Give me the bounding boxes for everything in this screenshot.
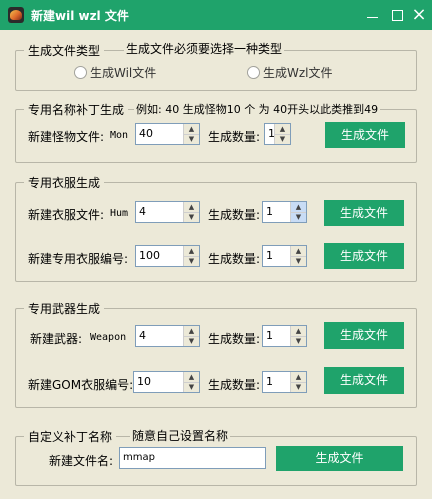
weapon-count-spinner[interactable]: 1 ▲ ▼ <box>262 325 307 347</box>
spin-buttons: ▲ ▼ <box>183 326 199 346</box>
clothing-id-generate-button[interactable]: 生成文件 <box>324 243 404 269</box>
spin-buttons: ▲ ▼ <box>183 202 199 222</box>
weapon-count-label: 生成数量: <box>208 332 261 346</box>
weapon-gom-value[interactable]: 10 <box>137 375 151 388</box>
clothing-count-spinner[interactable]: 1 ▲ ▼ <box>262 201 307 223</box>
clothing-count-value[interactable]: 1 <box>266 205 273 218</box>
spin-down-icon[interactable]: ▼ <box>291 256 306 266</box>
weapon-gom-count-label: 生成数量: <box>208 378 261 392</box>
weapon-count-value[interactable]: 1 <box>266 329 273 342</box>
spin-down-icon[interactable]: ▼ <box>184 336 199 346</box>
custom-hint: 随意自己设置名称 <box>130 427 231 444</box>
monster-legend: 专用名称补丁生成 <box>28 103 125 117</box>
clothing-id-count-label: 生成数量: <box>208 252 261 266</box>
spin-down-icon[interactable]: ▼ <box>184 256 199 266</box>
radio-wil-label: 生成Wil文件 <box>90 66 157 80</box>
monster-file-label: 新建怪物文件: <box>28 130 105 144</box>
weapon-file-value[interactable]: 4 <box>139 329 146 342</box>
close-icon[interactable]: × <box>406 3 432 27</box>
spin-down-icon[interactable]: ▼ <box>291 382 306 392</box>
spin-buttons: ▲ ▼ <box>290 372 306 392</box>
clothing-file-spinner[interactable]: 4 ▲ ▼ <box>135 201 200 223</box>
monster-file-spinner[interactable]: 40 ▲ ▼ <box>135 123 200 145</box>
spin-buttons: ▲ ▼ <box>290 246 306 266</box>
spin-down-icon[interactable]: ▼ <box>291 336 306 346</box>
monster-file-value[interactable]: 40 <box>139 127 153 140</box>
clothing-file-value[interactable]: 4 <box>139 205 146 218</box>
weapon-gom-generate-button[interactable]: 生成文件 <box>324 367 404 394</box>
weapon-gom-count-spinner[interactable]: 1 ▲ ▼ <box>262 371 307 393</box>
custom-legend: 自定义补丁名称 <box>28 430 113 444</box>
radio-wzl[interactable]: 生成Wzl文件 <box>247 64 333 81</box>
monster-example: 例如: 40 生成怪物10 个 为 40开头以此类推到49 <box>134 101 381 117</box>
clothing-count-label: 生成数量: <box>208 208 261 222</box>
monster-count-arrows[interactable]: ▲ ▼ <box>274 123 291 145</box>
radio-wil-indicator[interactable] <box>74 66 87 79</box>
spin-buttons: ▲ ▼ <box>290 202 306 222</box>
spin-down-icon[interactable]: ▼ <box>184 382 199 392</box>
spin-down-icon[interactable]: ▼ <box>184 134 199 144</box>
spin-buttons: ▲ ▼ <box>183 372 199 392</box>
clothing-file-label: 新建衣服文件: <box>28 208 105 222</box>
weapon-gom-spinner[interactable]: 10 ▲ ▼ <box>133 371 200 393</box>
file-type-hint: 生成文件必须要选择一种类型 <box>124 40 285 57</box>
window-title: 新建wil wzl 文件 <box>31 9 129 23</box>
spin-buttons: ▲ ▼ <box>290 326 306 346</box>
clothing-file-suffix: Hum <box>110 208 129 219</box>
weapon-gom-label: 新建GOM衣服编号: <box>28 378 134 392</box>
monster-count-label: 生成数量: <box>208 130 261 144</box>
clothing-id-value[interactable]: 100 <box>139 249 160 262</box>
monster-file-suffix: Mon <box>110 130 129 141</box>
spin-buttons: ▲ ▼ <box>183 124 199 144</box>
spin-down-icon[interactable]: ▼ <box>291 212 306 222</box>
custom-name-input[interactable]: mmap <box>119 447 266 469</box>
title-bar: 新建wil wzl 文件 × <box>0 0 432 30</box>
clothing-id-count-spinner[interactable]: 1 ▲ ▼ <box>262 245 307 267</box>
clothing-generate-button[interactable]: 生成文件 <box>324 200 404 226</box>
custom-name-label: 新建文件名: <box>49 454 114 468</box>
spin-buttons: ▲ ▼ <box>183 246 199 266</box>
custom-generate-button[interactable]: 生成文件 <box>276 446 403 471</box>
radio-wil[interactable]: 生成Wil文件 <box>74 64 156 81</box>
weapon-file-label: 新建武器: <box>30 332 83 346</box>
weapon-file-suffix: Weapon <box>90 332 127 343</box>
file-type-legend: 生成文件类型 <box>28 44 101 58</box>
clothing-id-count-value[interactable]: 1 <box>266 249 273 262</box>
clothing-id-label: 新建专用衣服编号: <box>28 252 129 266</box>
spin-down-icon[interactable]: ▼ <box>275 134 290 144</box>
weapon-file-spinner[interactable]: 4 ▲ ▼ <box>135 325 200 347</box>
spin-buttons: ▲ ▼ <box>274 124 290 144</box>
weapon-legend: 专用武器生成 <box>28 302 101 316</box>
monster-generate-button[interactable]: 生成文件 <box>325 122 405 148</box>
clothing-legend: 专用衣服生成 <box>28 176 101 190</box>
app-icon <box>8 7 24 23</box>
custom-name-value[interactable]: mmap <box>123 452 155 463</box>
weapon-gom-count-value[interactable]: 1 <box>266 375 273 388</box>
weapon-generate-button[interactable]: 生成文件 <box>324 322 404 349</box>
clothing-id-spinner[interactable]: 100 ▲ ▼ <box>135 245 200 267</box>
radio-wzl-label: 生成Wzl文件 <box>263 66 333 80</box>
minimize-icon[interactable] <box>360 3 386 27</box>
spin-down-icon[interactable]: ▼ <box>184 212 199 222</box>
radio-wzl-indicator[interactable] <box>247 66 260 79</box>
